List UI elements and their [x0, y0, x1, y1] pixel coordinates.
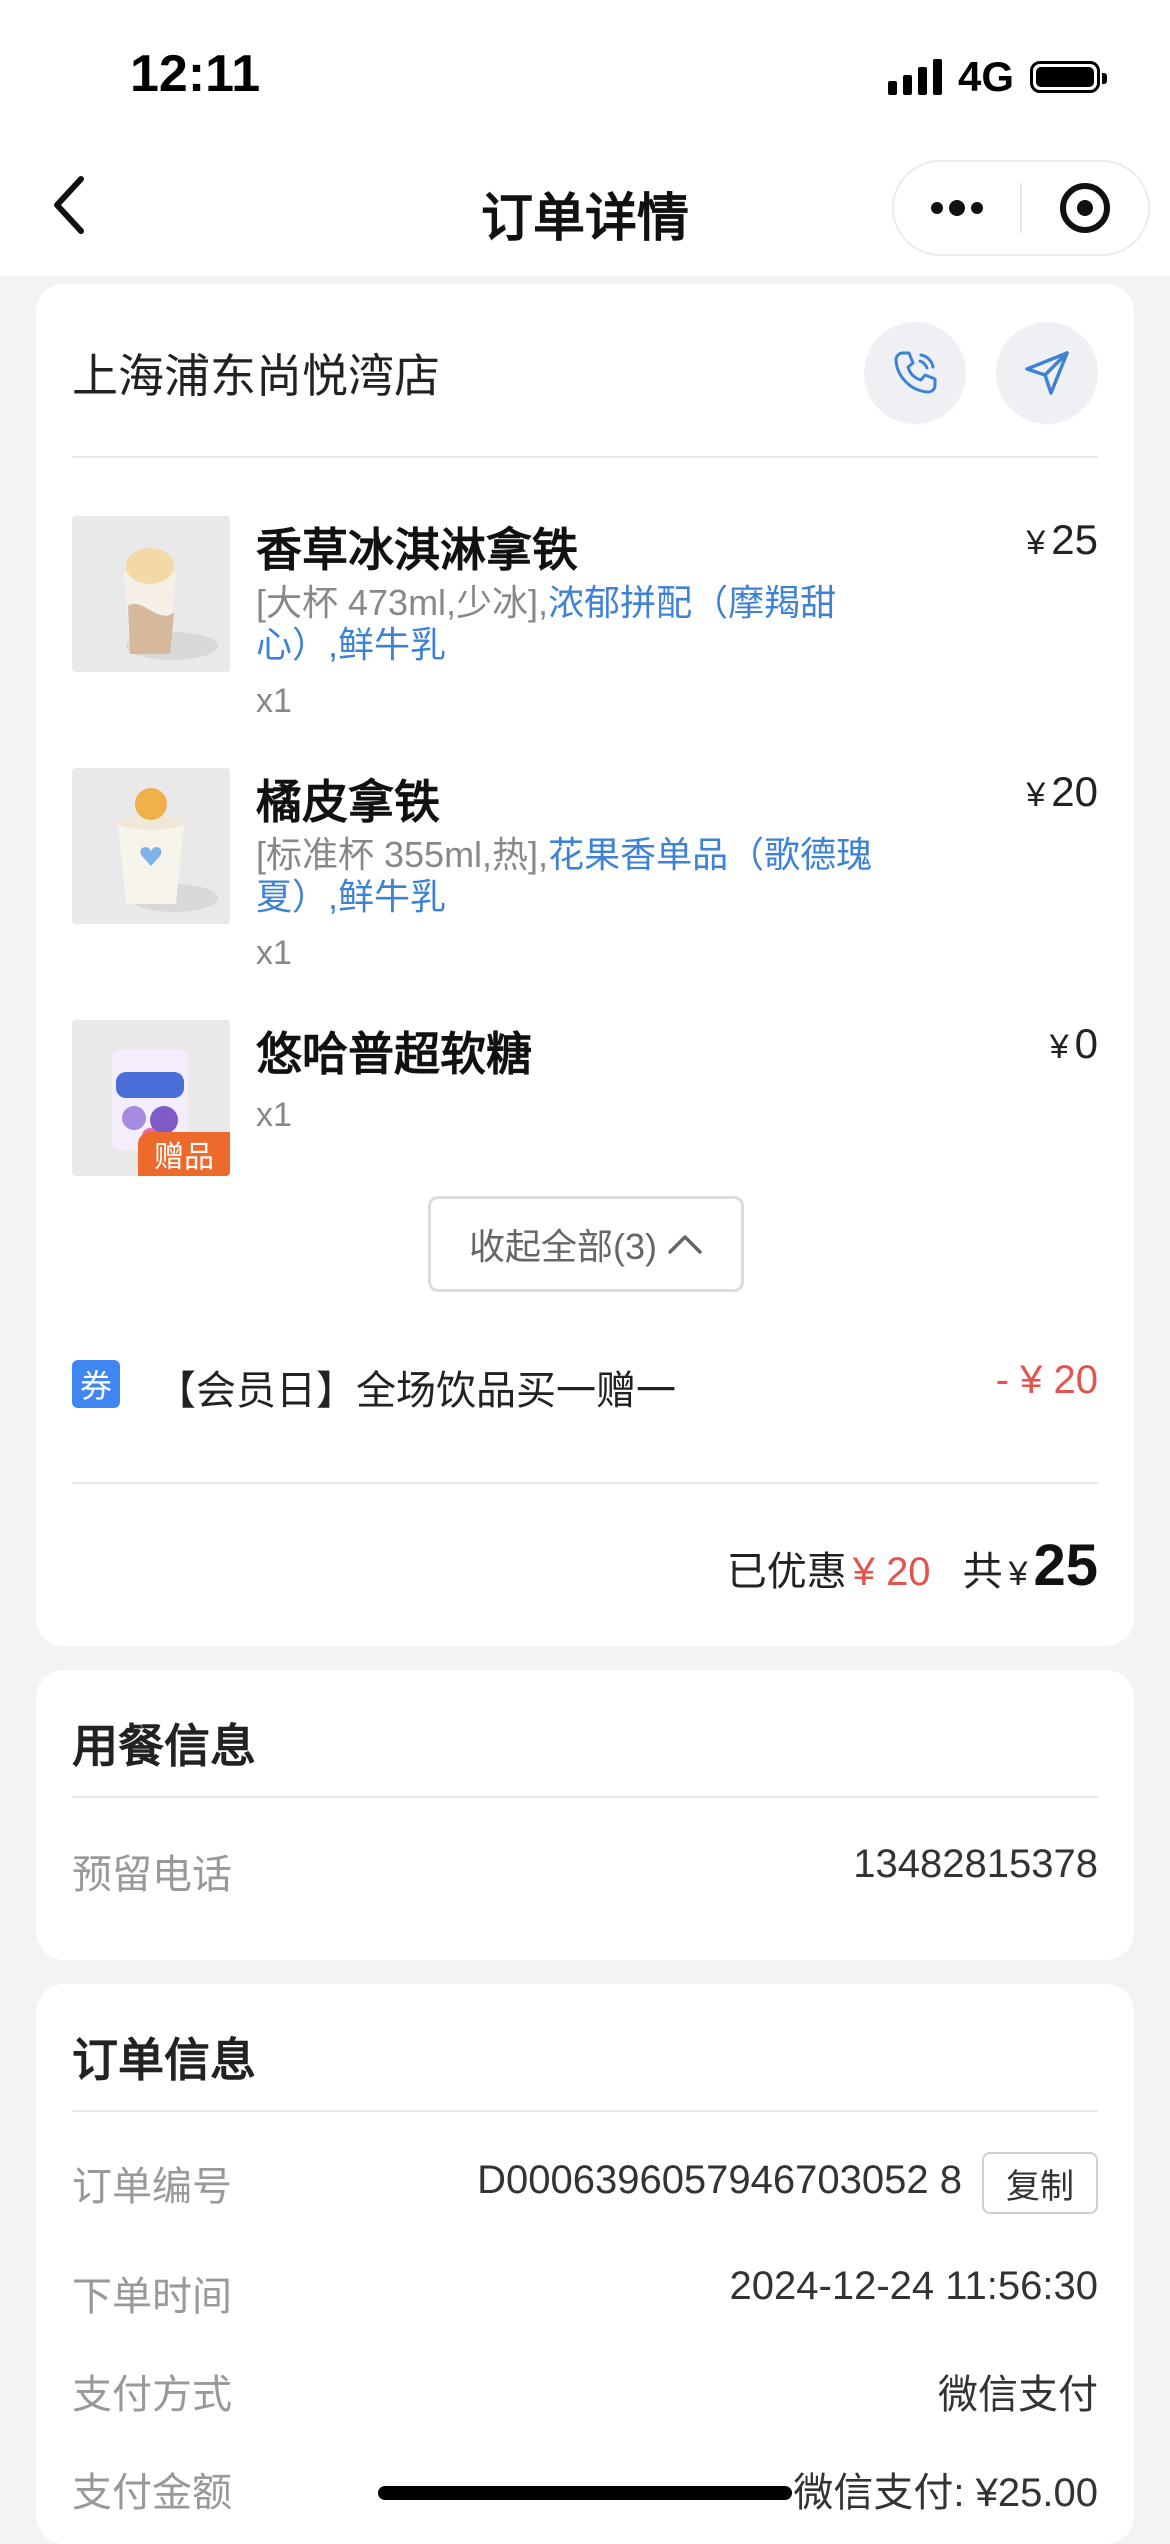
top-bar: 12:11 4G 订单详情	[0, 0, 1170, 276]
divider	[72, 1482, 1098, 1484]
item-name: 香草冰淇淋拿铁	[256, 524, 578, 576]
discount-amount: ¥ 20	[852, 1550, 931, 1594]
item-price: ¥20	[1026, 768, 1098, 815]
section-title: 订单信息	[72, 2034, 256, 2086]
more-button[interactable]	[894, 162, 1020, 254]
collapse-all-button[interactable]: 收起全部(3)	[428, 1196, 744, 1292]
coupon-badge: 券	[72, 1360, 120, 1408]
item-qty: x1	[256, 682, 292, 720]
total-amount: 25	[1033, 1533, 1098, 1598]
payment-amount-value: 微信支付: ¥25.00	[793, 2471, 1098, 2515]
collapse-label: 收起全部(3)	[469, 1226, 657, 1267]
order-time-value: 2024-12-24 11:56:30	[729, 2264, 1098, 2308]
signal-icon	[887, 59, 942, 95]
store-name: 上海浦东尚悦湾店	[72, 350, 440, 402]
battery-icon	[1030, 61, 1107, 93]
divider	[72, 456, 1098, 458]
payment-amount-label: 支付金额	[72, 2471, 232, 2515]
item-qty: x1	[256, 1096, 292, 1134]
total-currency: ¥	[1008, 1555, 1028, 1593]
list-item[interactable]: 橘皮拿铁 ¥20 [标准杯 355ml,热],花果香单品（歌德瑰夏）,鲜牛乳 x…	[72, 768, 1098, 978]
call-store-button[interactable]	[864, 322, 966, 424]
order-summary: 已优惠 ¥ 20 共 ¥ 25	[727, 1532, 1098, 1599]
phone-icon	[894, 351, 937, 394]
coupon-text: 【会员日】全场饮品买一赠一	[156, 1369, 676, 1413]
mini-program-capsule	[892, 160, 1150, 256]
item-price: ¥0	[1049, 1020, 1098, 1067]
home-indicator	[378, 2486, 792, 2500]
list-item[interactable]: 赠品 悠哈普超软糖 ¥0 x1	[72, 1020, 1098, 1180]
navigate-store-button[interactable]	[996, 322, 1098, 424]
copy-button[interactable]: 复制	[982, 2152, 1098, 2214]
chevron-up-icon	[668, 1235, 702, 1254]
phone-label: 预留电话	[72, 1853, 232, 1897]
item-price: ¥25	[1026, 516, 1098, 563]
list-item[interactable]: 香草冰淇淋拿铁 ¥25 [大杯 473ml,少冰],浓郁拼配（摩羯甜心）,鲜牛乳…	[72, 516, 1098, 726]
phone-value: 13482815378	[853, 1842, 1098, 1886]
target-circle-icon	[1060, 183, 1110, 233]
order-number-value: D0006396057946703052 8	[477, 2158, 962, 2202]
item-spec: [标准杯 355ml,热],花果香单品（歌德瑰夏）,鲜牛乳	[256, 834, 873, 917]
coupon-amount: - ¥ 20	[995, 1358, 1098, 1402]
product-image	[72, 516, 230, 672]
payment-method-label: 支付方式	[72, 2373, 232, 2417]
order-items-card: 上海浦东尚悦湾店 香草冰淇淋拿铁 ¥25 [大杯 473ml,少冰],浓郁拼配（…	[36, 284, 1134, 1646]
item-qty: x1	[256, 934, 292, 972]
order-info-card: 订单信息 订单编号 D0006396057946703052 8 复制 下单时间…	[36, 1984, 1134, 2544]
product-image: 赠品	[72, 1020, 230, 1176]
status-time: 12:11	[130, 45, 261, 103]
status-indicators: 4G	[887, 50, 1107, 104]
payment-method-value: 微信支付	[938, 2373, 1098, 2417]
item-name: 悠哈普超软糖	[256, 1028, 532, 1080]
section-title: 用餐信息	[72, 1720, 256, 1772]
network-type: 4G	[957, 53, 1014, 100]
close-mini-program-button[interactable]	[1022, 162, 1148, 254]
gift-tag: 赠品	[138, 1132, 230, 1176]
total-label: 共	[962, 1550, 1003, 1594]
more-dots-icon	[931, 200, 983, 216]
discount-label: 已优惠	[726, 1550, 847, 1594]
item-name: 橘皮拿铁	[256, 776, 440, 828]
order-time-label: 下单时间	[72, 2275, 232, 2319]
dining-info-card: 用餐信息 预留电话 13482815378	[36, 1670, 1134, 1960]
divider	[72, 2110, 1098, 2112]
order-number-label: 订单编号	[72, 2165, 232, 2209]
product-image	[72, 768, 230, 924]
divider	[72, 1796, 1098, 1798]
navigate-arrow-icon	[1025, 351, 1069, 395]
item-spec: [大杯 473ml,少冰],浓郁拼配（摩羯甜心）,鲜牛乳	[256, 582, 837, 665]
